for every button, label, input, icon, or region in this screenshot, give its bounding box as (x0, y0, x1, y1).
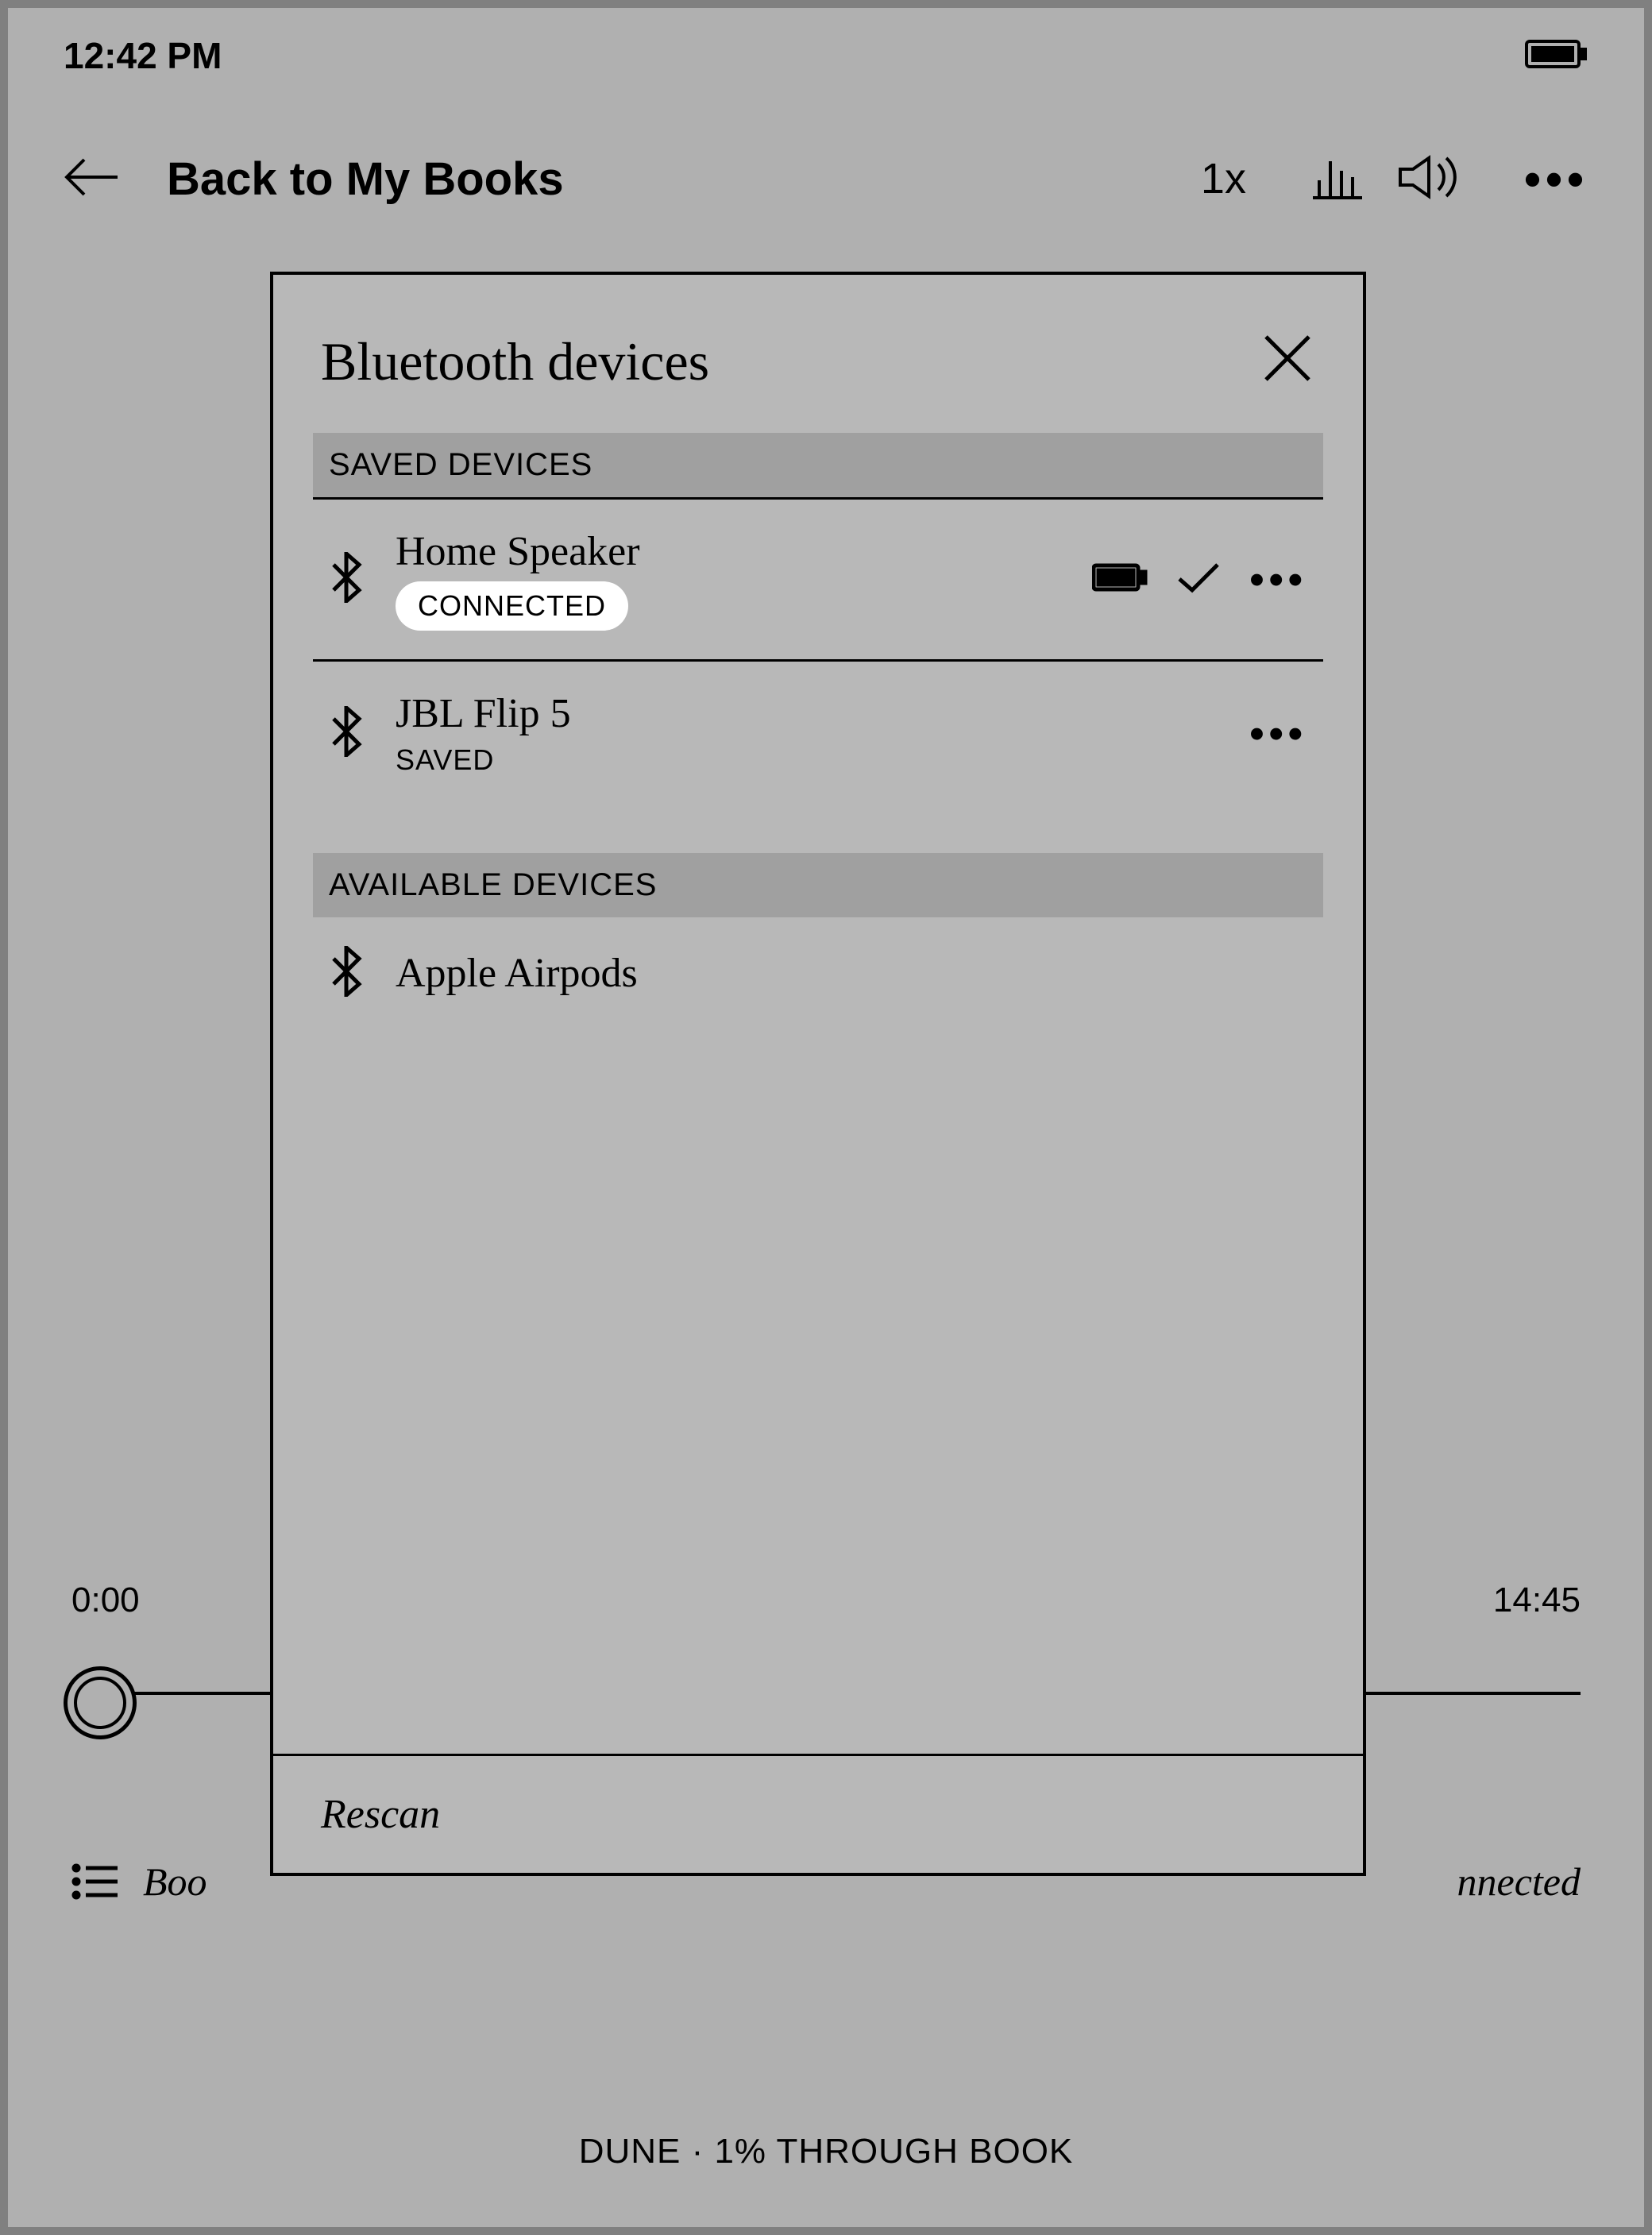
back-arrow-icon[interactable] (64, 153, 119, 205)
elapsed-time: 0:00 (71, 1581, 140, 1620)
device-row[interactable]: JBL Flip 5 SAVED ••• (313, 662, 1323, 805)
device-row[interactable]: Home Speaker CONNECTED ••• (313, 500, 1323, 662)
bluetooth-dialog: Bluetooth devices SAVED DEVICES Home Spe… (270, 272, 1366, 1876)
dialog-title: Bluetooth devices (321, 330, 709, 393)
device-status: SAVED (396, 743, 494, 777)
chapters-button[interactable]: Boo (71, 1859, 207, 1905)
stats-icon[interactable] (1310, 153, 1365, 205)
battery-icon (1525, 37, 1588, 75)
device-more-icon[interactable]: ••• (1249, 710, 1307, 758)
connected-check-icon (1176, 560, 1221, 599)
available-devices-header: AVAILABLE DEVICES (313, 853, 1323, 917)
chapter-left-text: Boo (143, 1859, 207, 1905)
close-icon[interactable] (1260, 330, 1315, 390)
device-name: Apple Airpods (396, 950, 1307, 997)
device-name: JBL Flip 5 (396, 690, 1218, 737)
device-battery-icon (1092, 562, 1148, 596)
saved-devices-header: SAVED DEVICES (313, 433, 1323, 500)
player-toolbar: Back to My Books 1x ••• (8, 127, 1644, 230)
footer-progress: DUNE · 1% THROUGH BOOK (8, 2132, 1644, 2171)
more-icon[interactable]: ••• (1524, 152, 1588, 207)
playback-speed[interactable]: 1x (1201, 154, 1246, 203)
remaining-time: 14:45 (1493, 1581, 1581, 1620)
scrubber-thumb[interactable] (64, 1666, 137, 1739)
device-status-badge: CONNECTED (396, 581, 628, 631)
status-bar: 12:42 PM (8, 8, 1644, 103)
bluetooth-icon (329, 946, 364, 1001)
bluetooth-icon (329, 552, 364, 607)
bluetooth-icon (329, 706, 364, 761)
volume-icon[interactable] (1397, 153, 1469, 205)
status-time: 12:42 PM (64, 34, 222, 77)
chapter-right-text: nnected (1457, 1859, 1581, 1905)
device-more-icon[interactable]: ••• (1249, 556, 1307, 604)
rescan-button[interactable]: Rescan (321, 1791, 1315, 1838)
device-row[interactable]: Apple Airpods (313, 917, 1323, 1029)
device-name: Home Speaker (396, 528, 1060, 575)
back-label[interactable]: Back to My Books (167, 152, 564, 206)
